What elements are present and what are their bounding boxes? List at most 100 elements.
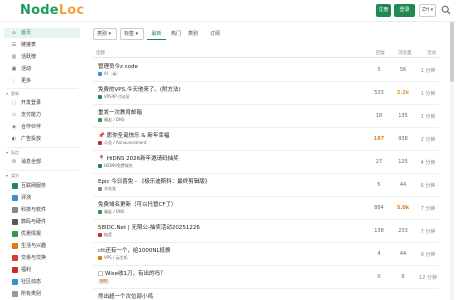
topic-tag[interactable]: AI: [110, 72, 119, 76]
topic-row[interactable]: □ Wise收1刀，有出的吗？ 求购 0 6 12 分钟: [93, 266, 439, 289]
topic-row[interactable]: 管理员今z code AI AI 5 56 1 分钟: [93, 59, 439, 82]
topic-title[interactable]: Epic 今日喜免 - 《极乐迪斯科：最终剪辑版》: [98, 177, 210, 185]
login-button[interactable]: 登录: [394, 4, 415, 17]
activity-time[interactable]: 12 分钟: [417, 274, 439, 281]
topic-row-pinned[interactable]: 📍 HiDNS 2026新年邀请码抽奖 HiDNS免费域名 27 125 4 分钟: [93, 151, 439, 174]
topic-category[interactable]: HiDNS免费域名: [98, 163, 133, 169]
topic-title[interactable]: 📍 HiDNS 2026新年邀请码抽奖: [98, 154, 179, 162]
topic-title[interactable]: 免费的VPS,今天他来了。(附方法): [98, 85, 181, 93]
category-color-swatch: [98, 118, 102, 122]
topic-row[interactable]: ctt还有一个，给1000NL抵换 VPS / 云主机 4 44 9 分钟: [93, 243, 439, 266]
topic-category[interactable]: 抽奖: [98, 232, 112, 238]
column-header-activity[interactable]: 活动: [427, 50, 436, 56]
sidebar-category-trade[interactable]: 交易与交换: [4, 253, 80, 263]
tab-hot[interactable]: 热门: [169, 28, 183, 40]
tab-latest[interactable]: 最新: [147, 28, 166, 40]
language-selector[interactable]: ZH ▾: [419, 4, 436, 17]
activity-time[interactable]: 2 分钟: [417, 136, 439, 143]
topic-title[interactable]: 免费域名更新（可以托管CF了）: [98, 200, 177, 208]
category-dropdown[interactable]: 类别 ▾: [93, 28, 117, 40]
category-color-swatch: [98, 210, 102, 214]
activity-time[interactable]: 7 分钟: [417, 228, 439, 235]
topic-title[interactable]: 重发一次教育邮箱: [98, 108, 142, 116]
sidebar-item-partners[interactable]: ◈ 合作伙伴: [4, 122, 80, 132]
sidebar-category-internet-services[interactable]: 互联网服务: [4, 181, 80, 191]
topic-category[interactable]: 福友 / DNS: [98, 117, 125, 123]
activity-time[interactable]: 9 分钟: [417, 251, 439, 258]
view-count: 44: [399, 182, 407, 188]
tab-categories[interactable]: 类别: [186, 28, 200, 40]
category-color-swatch: [12, 255, 18, 261]
section-header-categories[interactable]: ▾ 类别: [6, 172, 19, 180]
topic-row[interactable]: 免费的VPS,今天他来了。(附方法) VPS/IP 讨论区 533 2.2k 1…: [93, 82, 439, 105]
sidebar-item-ads[interactable]: ◐ 广告投放: [4, 134, 80, 144]
scrollbar-thumb[interactable]: [450, 22, 454, 82]
topic-category[interactable]: VPS/IP 讨论区: [98, 94, 130, 100]
topic-category[interactable]: AI AI: [98, 71, 119, 76]
page-scrollbar[interactable]: [450, 22, 454, 300]
activity-time[interactable]: 1 分钟: [417, 67, 439, 74]
reply-count: 18: [375, 113, 383, 119]
topic-title[interactable]: 管理员今z code: [98, 62, 138, 70]
topic-tag[interactable]: 求购: [98, 279, 109, 284]
calendar-icon: ▣: [11, 66, 17, 72]
sidebar-item-payment[interactable]: ▭ 支付能力: [4, 110, 80, 120]
activity-time[interactable]: 7 分钟: [417, 205, 439, 212]
sidebar: ⌂ 首页 ☰ 链接表 ▥ 活跃榜 ▣ 活动 ⋮ 更多 ▾ 更新 ◌ 开发登录 ▭ …: [0, 22, 82, 300]
topic-title[interactable]: 📌 愿你圣诞快乐 & 新年幸福: [98, 131, 169, 139]
activity-time[interactable]: 6 分钟: [417, 182, 439, 189]
activity-time[interactable]: 1 分钟: [417, 113, 439, 120]
section-header-messages[interactable]: ▾ 私信: [6, 149, 19, 157]
category-color-swatch: [12, 279, 18, 285]
topic-category[interactable]: 羊毛党: [98, 186, 116, 192]
sidebar-item-home[interactable]: ⌂ 首页: [4, 28, 80, 38]
category-color-swatch: [12, 267, 18, 273]
topic-row[interactable]: 免费域名更新（可以托管CF了） 福友 / DNS 884 5.0k 7 分钟: [93, 197, 439, 220]
sidebar-category-welfare[interactable]: 福利: [4, 265, 80, 275]
tab-subscriptions[interactable]: 订阅: [208, 28, 222, 40]
topic-row[interactable]: 58IDC.Net | 无限公-抽奖活动20251226 抽奖 138 233 …: [93, 220, 439, 243]
sidebar-category-community[interactable]: 社区动态: [4, 277, 80, 287]
topic-row[interactable]: Epic 今日喜免 - 《极乐迪斯科：最终剪辑版》 羊毛党 5 44 6 分钟: [93, 174, 439, 197]
tag-dropdown[interactable]: 标签 ▾: [120, 28, 144, 40]
topic-title[interactable]: □ Wise收1刀，有出的吗？: [98, 269, 166, 277]
topic-category[interactable]: 福友 / DNS: [98, 209, 125, 215]
topic-title[interactable]: 然出超一个次位部小鸡: [98, 292, 153, 300]
view-count: 6: [401, 274, 405, 280]
sidebar-category-tech-software[interactable]: 科技与软件: [4, 205, 80, 215]
sidebar-item-dev-login[interactable]: ◌ 开发登录: [4, 98, 80, 108]
column-header-topic[interactable]: 话题: [96, 50, 105, 56]
sidebar-category-all[interactable]: 所有类别: [4, 289, 80, 299]
sidebar-item-all-messages[interactable]: ✉ 消息全部: [4, 157, 80, 167]
topic-category[interactable]: 公告 / Announcement: [98, 140, 146, 146]
category-color-swatch: [98, 187, 102, 191]
section-header-updates[interactable]: ▾ 更新: [6, 90, 19, 98]
topic-title[interactable]: 58IDC.Net | 无限公-抽奖活动20251226: [98, 223, 200, 231]
topic-row[interactable]: 重发一次教育邮箱 福友 / DNS 18 135 1 分钟: [93, 105, 439, 128]
sidebar-item-ranking[interactable]: ▥ 活跃榜: [4, 52, 80, 62]
activity-time[interactable]: 1 分钟: [417, 90, 439, 97]
login-label: 登录: [399, 7, 410, 13]
sidebar-category-reviews[interactable]: 评测: [4, 193, 80, 203]
category-color-swatch: [12, 195, 18, 201]
topic-category[interactable]: 求购: [98, 278, 109, 284]
sidebar-item-events[interactable]: ▣ 活动: [4, 64, 80, 74]
sidebar-item-more[interactable]: ⋮ 更多: [4, 76, 80, 86]
column-header-views[interactable]: 浏览量: [398, 50, 412, 56]
signup-button[interactable]: 注册: [376, 4, 391, 17]
activity-time[interactable]: 4 分钟: [417, 159, 439, 166]
sidebar-category-hardware[interactable]: 数码与硬件: [4, 217, 80, 227]
search-icon[interactable]: [441, 5, 451, 15]
view-count: 56: [399, 67, 407, 73]
sidebar-item-links[interactable]: ☰ 链接表: [4, 40, 80, 50]
topic-row[interactable]: 然出超一个次位部小鸡: [93, 289, 439, 300]
category-color-swatch: [98, 164, 102, 168]
topic-title[interactable]: ctt还有一个，给1000NL抵换: [98, 246, 171, 254]
site-logo[interactable]: NodeLoc: [20, 3, 84, 18]
sidebar-category-deals[interactable]: 优惠情报: [4, 229, 80, 239]
category-color-swatch: [98, 233, 102, 237]
column-header-replies[interactable]: 回复: [376, 50, 385, 56]
topic-row-pinned[interactable]: 📌 愿你圣诞快乐 & 新年幸福 公告 / Announcement 187 93…: [93, 128, 439, 151]
topic-category[interactable]: VPS / 云主机: [98, 255, 128, 261]
sidebar-category-life[interactable]: 生活与兴趣: [4, 241, 80, 251]
